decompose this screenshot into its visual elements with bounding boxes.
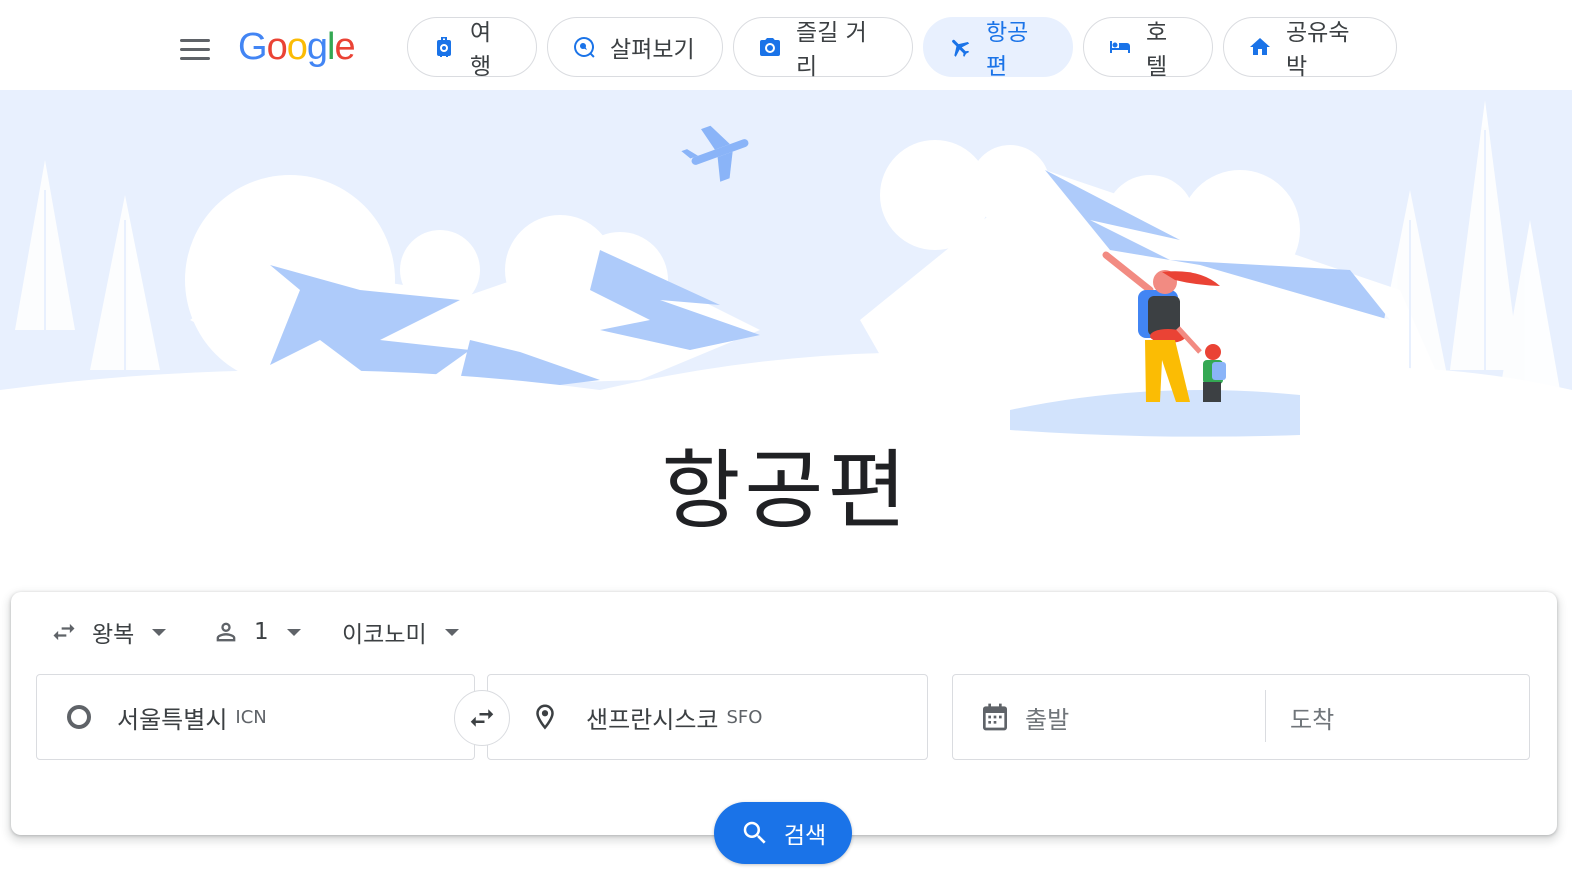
cabin-class-select[interactable]: 이코노미 — [342, 612, 459, 652]
date-range-field[interactable]: 출발 도착 — [952, 674, 1530, 760]
logo-letter: g — [306, 26, 328, 68]
main-menu-button[interactable] — [176, 30, 214, 68]
logo-letter: e — [334, 26, 355, 68]
cabin-class-value: 이코노미 — [342, 622, 427, 648]
person-icon — [216, 622, 236, 642]
tab-vacation-rentals[interactable]: 공유숙박 — [1223, 17, 1397, 80]
google-logo[interactable]: Google — [238, 26, 356, 69]
camera-icon — [760, 38, 780, 56]
tab-label: 호텔 — [1146, 20, 1168, 80]
tab-explore[interactable]: 살펴보기 — [547, 17, 723, 77]
origin-field[interactable]: 서울특별시 ICN — [36, 674, 475, 760]
return-date-input[interactable]: 도착 — [1290, 700, 1334, 735]
top-app-bar: Google 여행 살펴보기 즐길 거리 항공편 호텔 공유숙박 — [0, 0, 1572, 92]
swap-horiz-icon — [53, 623, 75, 641]
chevron-down-icon — [286, 628, 301, 636]
page-title: 항공편 — [661, 441, 911, 541]
bed-icon — [1110, 41, 1130, 53]
trip-type-value: 왕복 — [92, 622, 135, 648]
tab-label: 공유숙박 — [1286, 20, 1350, 80]
tab-label: 즐길 거리 — [796, 20, 867, 80]
passengers-count: 1 — [254, 619, 269, 645]
search-icon — [743, 821, 766, 844]
origin-circle-icon — [67, 705, 91, 729]
travel-nav: 여행 살펴보기 즐길 거리 항공편 호텔 공유숙박 — [407, 17, 1397, 80]
swap-origin-destination-button[interactable] — [454, 690, 510, 746]
search-button[interactable]: 검색 — [714, 802, 852, 864]
tab-trips[interactable]: 여행 — [407, 17, 537, 80]
tab-things-to-do[interactable]: 즐길 거리 — [733, 17, 913, 80]
hero-illustration — [0, 90, 1572, 450]
calendar-icon — [983, 703, 1007, 731]
logo-letter: G — [238, 26, 268, 68]
luggage-icon — [437, 37, 451, 57]
date-divider — [1265, 690, 1266, 742]
tab-label: 여행 — [470, 20, 492, 80]
explore-icon — [574, 36, 595, 58]
search-button-label: 검색 — [783, 823, 827, 849]
depart-date-input[interactable]: 출발 — [1025, 700, 1069, 735]
mountain-landscape-illustration — [0, 90, 1572, 450]
destination-city: 샌프란시스코 — [586, 705, 719, 734]
passengers-select[interactable]: 1 — [212, 612, 301, 652]
tab-label: 항공편 — [986, 20, 1029, 80]
origin-city: 서울특별시 — [117, 705, 228, 734]
flight-icon — [952, 39, 970, 57]
menu-icon-bar — [180, 56, 210, 60]
tab-flights[interactable]: 항공편 — [923, 17, 1073, 80]
trip-type-select[interactable]: 왕복 — [50, 612, 167, 652]
chevron-down-icon — [152, 628, 167, 636]
origin-code: ICN — [235, 706, 267, 728]
tab-label: 살펴보기 — [610, 37, 695, 63]
tab-hotels[interactable]: 호텔 — [1083, 17, 1213, 80]
menu-icon-bar — [180, 38, 210, 42]
logo-letter: o — [266, 26, 288, 68]
destination-code: SFO — [726, 706, 763, 728]
logo-letter: o — [286, 26, 308, 68]
chevron-down-icon — [444, 628, 459, 636]
home-icon — [1250, 38, 1270, 55]
swap-arrows-icon — [470, 709, 494, 727]
menu-icon-bar — [180, 47, 210, 51]
location-pin-icon — [536, 704, 554, 730]
destination-field[interactable]: 샌프란시스코 SFO — [487, 674, 928, 760]
